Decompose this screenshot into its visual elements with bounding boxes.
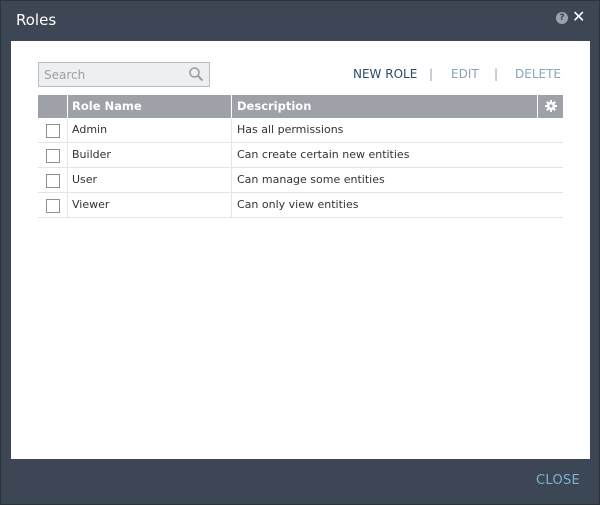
row-select-cell [38, 168, 68, 192]
row-checkbox[interactable] [46, 174, 60, 188]
toolbar-separator: | [494, 67, 499, 81]
row-select-cell [38, 143, 68, 167]
table-row[interactable]: User Can manage some entities [38, 168, 563, 193]
role-name-cell: Viewer [68, 193, 232, 217]
role-name-cell: Builder [68, 143, 232, 167]
description-cell: Has all permissions [237, 123, 344, 136]
help-icon[interactable]: ? [556, 12, 568, 24]
edit-button[interactable]: EDIT [451, 67, 479, 81]
close-button[interactable]: CLOSE [536, 473, 580, 488]
search-icon[interactable] [188, 66, 204, 82]
column-header-role-name[interactable]: Role Name [68, 95, 232, 118]
header-select-column [38, 95, 68, 118]
table-row[interactable]: Admin Has all permissions [38, 118, 563, 143]
description-cell: Can only view entities [237, 198, 359, 211]
roles-table: Role Name Description Admin Has all perm… [38, 95, 563, 218]
gear-icon[interactable] [544, 99, 557, 112]
roles-dialog: Roles ? ✕ NEW ROLE | EDIT | DELETE Role … [0, 0, 600, 505]
row-select-cell [38, 118, 68, 142]
description-cell: Can manage some entities [237, 173, 385, 186]
toolbar-separator: | [429, 67, 434, 81]
table-row[interactable]: Viewer Can only view entities [38, 193, 563, 218]
role-name-cell: Admin [68, 118, 232, 142]
row-checkbox[interactable] [46, 124, 60, 138]
role-name-cell: User [68, 168, 232, 192]
search-box [38, 62, 210, 87]
row-select-cell [38, 193, 68, 217]
table-header: Role Name Description [38, 95, 563, 118]
dialog-content: NEW ROLE | EDIT | DELETE Role Name Descr… [11, 41, 590, 459]
table-row[interactable]: Builder Can create certain new entities [38, 143, 563, 168]
title-bar: Roles ? ✕ [1, 1, 599, 41]
dialog-title: Roles [16, 11, 57, 29]
description-cell: Can create certain new entities [237, 148, 410, 161]
close-icon[interactable]: ✕ [572, 9, 586, 25]
column-header-description[interactable]: Description [233, 95, 538, 118]
search-input[interactable] [39, 63, 184, 86]
row-checkbox[interactable] [46, 199, 60, 213]
column-settings [538, 95, 563, 118]
delete-button[interactable]: DELETE [515, 67, 561, 81]
row-checkbox[interactable] [46, 149, 60, 163]
new-role-button[interactable]: NEW ROLE [353, 67, 417, 81]
